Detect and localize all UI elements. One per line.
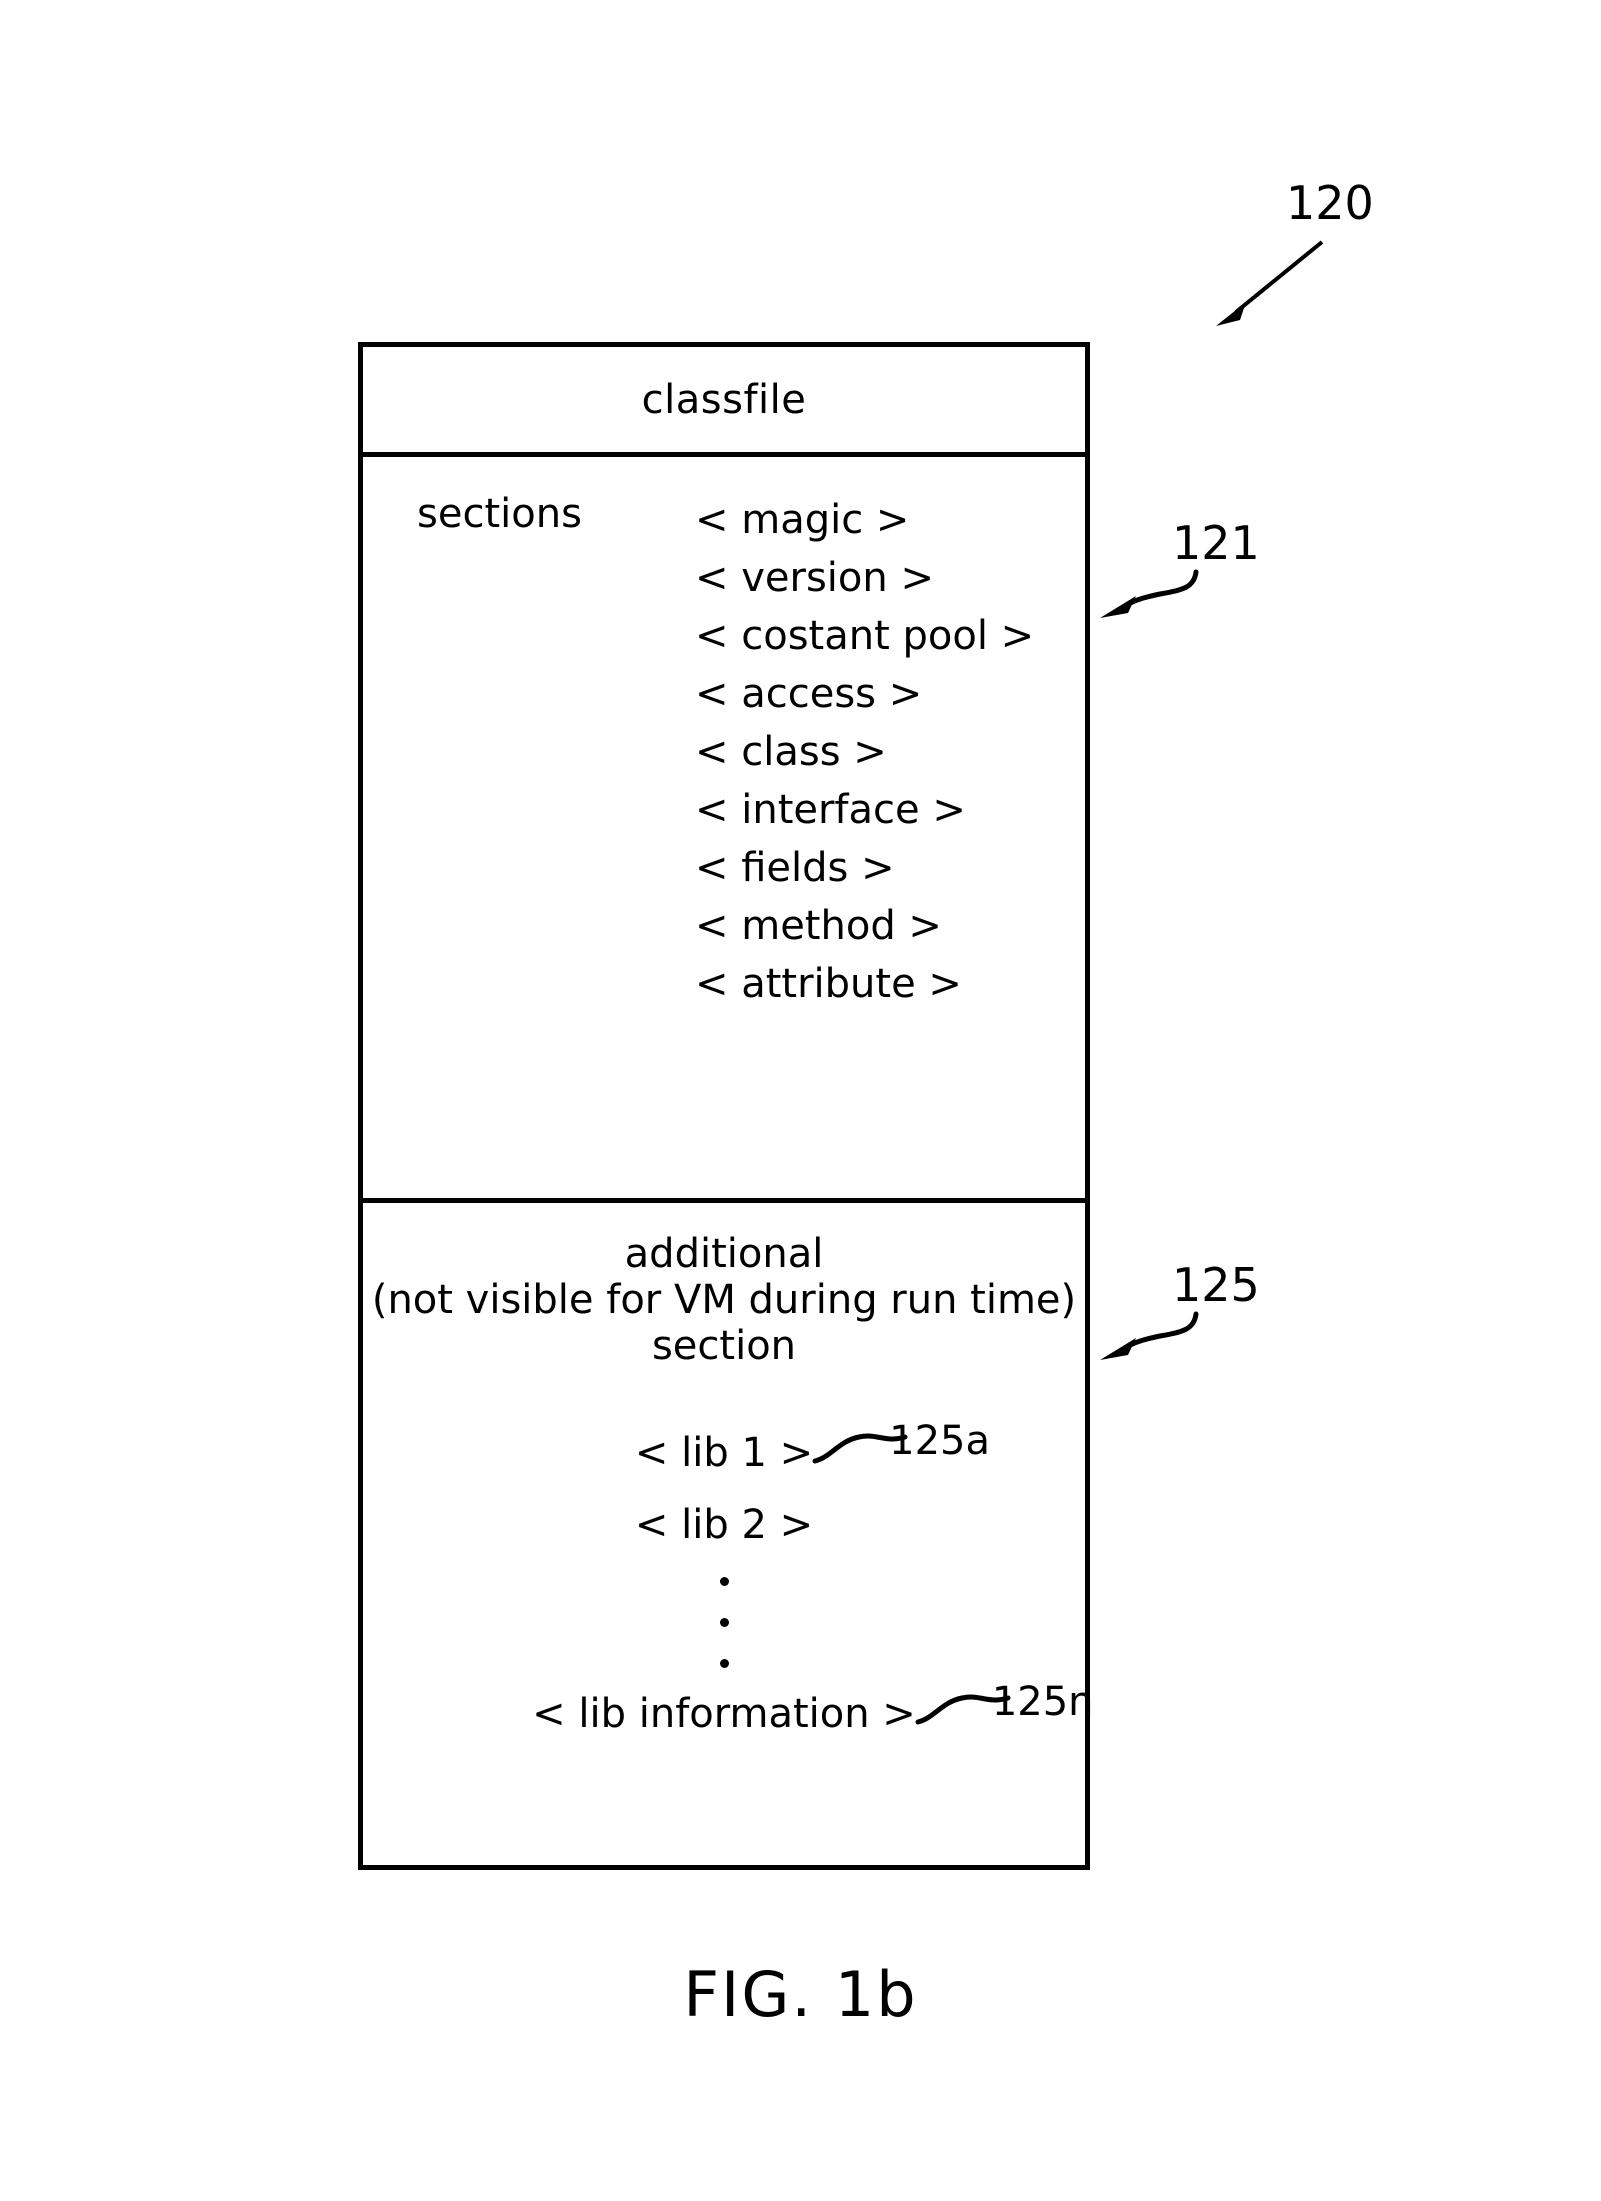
sections-label: sections bbox=[417, 491, 582, 537]
lib-entry-row: < lib 1 > 125a bbox=[363, 1417, 1085, 1489]
classfile-title: classfile bbox=[641, 376, 807, 423]
ref-numeral-125a: 125a bbox=[889, 1418, 990, 1464]
figure-caption: FIG. 1b bbox=[683, 1958, 918, 2031]
ellipsis-dot bbox=[719, 1618, 729, 1627]
section-item-costant-pool: < costant pool > bbox=[695, 613, 1035, 659]
section-item-magic: < magic > bbox=[695, 497, 910, 543]
section-item-method: < method > bbox=[695, 903, 942, 949]
lib-entry-2-wrap: < lib 2 > bbox=[635, 1489, 813, 1561]
lib-information-label: < lib information > bbox=[532, 1691, 916, 1737]
lib-entry-2-label: < lib 2 > bbox=[634, 1502, 814, 1548]
ellipsis-dot bbox=[719, 1577, 729, 1586]
lib-entry-row: < lib 2 > bbox=[363, 1489, 1085, 1561]
sections-list: < magic > < version > < costant pool > <… bbox=[695, 491, 1034, 1013]
leader-line-125a: 125a bbox=[812, 1418, 1023, 1485]
section-item-attribute: < attribute > bbox=[695, 961, 962, 1007]
lib-entry-1-wrap: < lib 1 > 125a bbox=[634, 1417, 990, 1489]
ref-numeral-120: 120 bbox=[1286, 176, 1374, 230]
section-item-fields: < fields > bbox=[695, 845, 895, 891]
ref-numeral-121: 121 bbox=[1172, 516, 1260, 570]
ref-numeral-125: 125 bbox=[1172, 1258, 1260, 1312]
additional-band-heading: additional (not visible for VM during ru… bbox=[363, 1231, 1085, 1369]
additional-heading-line-2: (not visible for VM during run time) bbox=[371, 1277, 1077, 1323]
additional-heading-line-3: section bbox=[651, 1323, 797, 1369]
ellipsis-dot bbox=[719, 1659, 729, 1668]
section-item-version: < version > bbox=[695, 555, 934, 601]
lib-entry-list: < lib 1 > 125a < lib 2 > < lib informati… bbox=[363, 1417, 1093, 1750]
additional-heading-line-1: additional bbox=[624, 1231, 824, 1277]
leader-line-125n: 125n bbox=[915, 1679, 1126, 1746]
section-item-access: < access > bbox=[695, 671, 923, 717]
section-item-interface: < interface > bbox=[695, 787, 966, 833]
leader-line-125 bbox=[1098, 1308, 1202, 1368]
leader-line-120 bbox=[1210, 238, 1330, 326]
ref-numeral-125n: 125n bbox=[991, 1679, 1094, 1725]
lib-entry-1-label: < lib 1 > bbox=[634, 1430, 814, 1476]
classfile-title-band: classfile bbox=[363, 347, 1085, 457]
vertical-ellipsis-icon bbox=[363, 1561, 1085, 1678]
section-item-class: < class > bbox=[695, 729, 887, 775]
additional-band: additional (not visible for VM during ru… bbox=[363, 1203, 1094, 1865]
lib-entry-row: < lib information > 125n bbox=[363, 1678, 1093, 1750]
classfile-box: classfile sections < magic > < version >… bbox=[358, 342, 1094, 1870]
leader-line-121 bbox=[1098, 566, 1202, 626]
lib-information-wrap: < lib information > 125n bbox=[532, 1678, 1093, 1750]
sections-band: sections < magic > < version > < costant… bbox=[363, 457, 1085, 1203]
